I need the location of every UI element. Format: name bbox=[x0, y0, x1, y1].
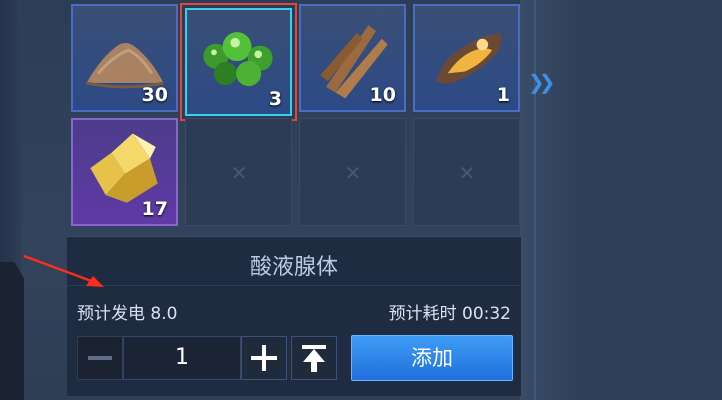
empty-slot-icon: ✕ bbox=[230, 161, 248, 185]
inventory-slot-empty: ✕ bbox=[185, 118, 292, 226]
estimated-power: 预计发电 8.0 bbox=[77, 304, 178, 324]
right-frame bbox=[520, 0, 722, 400]
quantity-input[interactable]: 1 bbox=[123, 336, 241, 380]
max-arrow-icon bbox=[302, 345, 326, 372]
max-quantity-button[interactable] bbox=[291, 336, 337, 380]
inventory-slot-sand[interactable]: 30 bbox=[71, 4, 178, 112]
item-count: 17 bbox=[141, 198, 168, 220]
selected-item-title: 酸液腺体 bbox=[249, 255, 338, 280]
inventory-slot-empty: ✕ bbox=[413, 118, 520, 226]
inventory-slot-wood[interactable]: 10 bbox=[299, 4, 406, 112]
estimated-time: 预计耗时 00:32 bbox=[388, 304, 511, 324]
divider bbox=[67, 285, 521, 286]
item-count: 10 bbox=[369, 84, 396, 106]
annotation-arrow-icon bbox=[23, 254, 104, 287]
inventory-slot-acid-gland[interactable]: 3 bbox=[185, 8, 292, 116]
decrease-quantity-button[interactable] bbox=[77, 336, 123, 380]
empty-slot-icon: ✕ bbox=[458, 161, 476, 185]
inventory-slot-gold-crystal[interactable]: 17 bbox=[71, 118, 178, 226]
item-count: 30 bbox=[141, 84, 168, 106]
item-count: 3 bbox=[268, 88, 282, 110]
add-button[interactable]: 添加 bbox=[351, 335, 513, 381]
plus-icon bbox=[251, 345, 277, 371]
double-chevron-right-icon[interactable]: ❯❯ bbox=[528, 70, 555, 94]
increase-quantity-button[interactable] bbox=[241, 336, 287, 380]
inventory-slot-empty: ✕ bbox=[299, 118, 406, 226]
generator-panel: 酸液腺体 预计发电 8.0 预计耗时 00:32 1 添加 bbox=[67, 236, 521, 396]
minus-icon bbox=[88, 356, 112, 360]
item-count: 1 bbox=[496, 84, 510, 106]
inventory-slot-amber[interactable]: 1 bbox=[413, 4, 520, 112]
empty-slot-icon: ✕ bbox=[344, 161, 362, 185]
